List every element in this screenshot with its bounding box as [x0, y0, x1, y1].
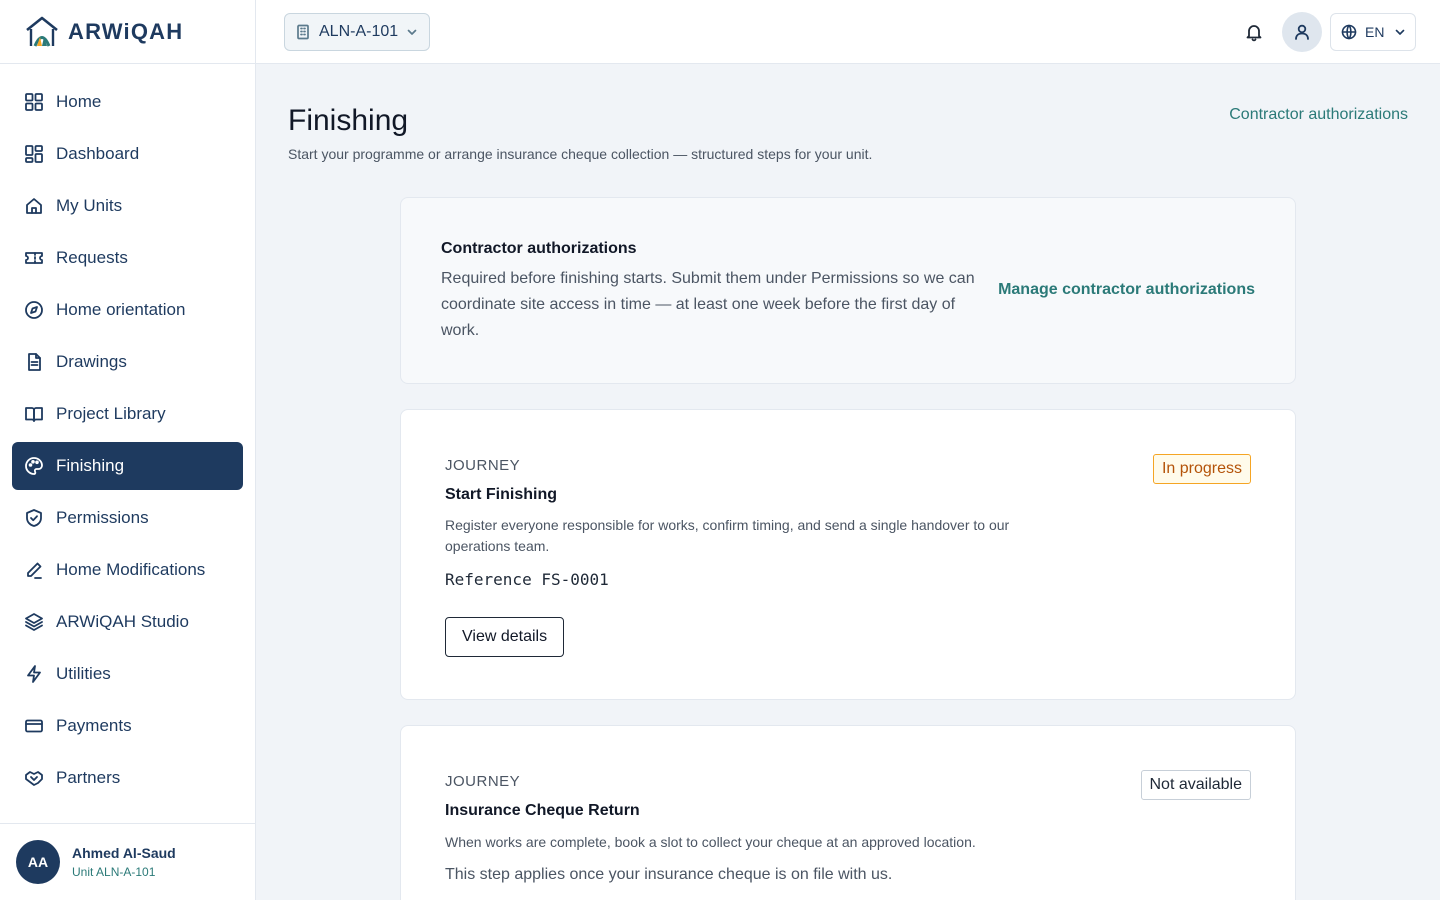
view-details-button[interactable]: View details — [445, 617, 565, 657]
chevron-down-icon — [406, 26, 418, 38]
sidebar-item-partners[interactable]: Partners — [12, 754, 243, 802]
sidebar-item-drawings[interactable]: Drawings — [12, 338, 243, 386]
sidebar: ARWiQAH Home Dashboard My Units Requests… — [0, 0, 256, 900]
sidebar-item-label: Finishing — [56, 456, 125, 475]
journey-reference: Reference FS-0001 — [445, 570, 609, 589]
sidebar-item-label: Project Library — [56, 404, 166, 423]
sidebar-item-label: ARWiQAH Studio — [56, 612, 189, 631]
avatar: AA — [16, 840, 60, 884]
sidebar-item-label: Requests — [56, 248, 128, 267]
sidebar-item-label: Payments — [56, 716, 132, 735]
sidebar-item-requests[interactable]: Requests — [12, 234, 243, 282]
grid-icon — [24, 92, 44, 112]
globe-icon — [1341, 24, 1357, 40]
brand-name: ARWiQAH — [68, 18, 184, 44]
card-text: Required before finishing starts. Submit… — [441, 270, 975, 339]
sidebar-item-label: Permissions — [56, 508, 149, 527]
bell-icon[interactable] — [1242, 20, 1266, 44]
book-icon — [24, 404, 44, 424]
sidebar-item-label: Partners — [56, 768, 121, 787]
shield-check-icon — [24, 508, 44, 528]
contractor-authorizations-link[interactable]: Contractor authorizations — [1229, 106, 1408, 124]
unit-selector-value: ALN-A-101 — [319, 23, 399, 40]
sidebar-item-label: My Units — [56, 196, 123, 215]
layers-icon — [24, 612, 44, 632]
sidebar-item-utilities[interactable]: Utilities — [12, 650, 243, 698]
sidebar-item-permissions[interactable]: Permissions — [12, 494, 243, 542]
sidebar-item-home-orientation[interactable]: Home orientation — [12, 286, 243, 334]
pen-icon — [24, 560, 44, 580]
sidebar-item-label: Home orientation — [56, 300, 186, 319]
journey-description: When works are complete, book a slot to … — [445, 834, 976, 850]
building-icon — [295, 24, 311, 40]
user-name: Ahmed Al-Saud — [72, 845, 176, 861]
language-value: EN — [1365, 24, 1385, 40]
sidebar-item-label: Utilities — [56, 664, 111, 683]
card-icon — [24, 716, 44, 736]
bolt-icon — [24, 664, 44, 684]
journey-note: This step applies once your insurance ch… — [445, 866, 893, 883]
sidebar-item-arwiqah-studio[interactable]: ARWiQAH Studio — [12, 598, 243, 646]
journey-eyebrow: JOURNEY — [445, 773, 521, 790]
house-icon — [24, 196, 44, 216]
page-subtitle: Start your programme or arrange insuranc… — [288, 146, 873, 162]
contractor-authorizations-card: Contractor authorizations Required befor… — [400, 197, 1296, 384]
journey-description: Register everyone responsible for works,… — [445, 517, 1010, 554]
card-title: Contractor authorizations — [441, 240, 637, 257]
unit-selector[interactable]: ALN-A-101 — [284, 13, 430, 51]
status-badge: Not available — [1140, 770, 1251, 800]
journey-title: Start Finishing — [445, 486, 557, 503]
sidebar-item-dashboard[interactable]: Dashboard — [12, 130, 243, 178]
journey-card-insurance-cheque: JOURNEY Insurance Cheque Return When wor… — [400, 725, 1296, 900]
sidebar-item-my-units[interactable]: My Units — [12, 182, 243, 230]
sidebar-nav: Home Dashboard My Units Requests Home or… — [12, 78, 243, 806]
compass-icon — [24, 300, 44, 320]
sidebar-item-label: Drawings — [56, 352, 127, 371]
journey-title: Insurance Cheque Return — [445, 802, 640, 819]
palette-icon — [24, 456, 44, 476]
manage-contractor-authorizations-link[interactable]: Manage contractor authorizations — [998, 281, 1255, 299]
sidebar-item-home-modifications[interactable]: Home Modifications — [12, 546, 243, 594]
user-profile[interactable]: AA Ahmed Al-Saud Unit ALN-A-101 — [0, 823, 255, 900]
sidebar-item-project-library[interactable]: Project Library — [12, 390, 243, 438]
sidebar-item-label: Home — [56, 92, 102, 111]
journey-card-start-finishing: JOURNEY Start Finishing Register everyon… — [400, 409, 1296, 700]
sidebar-item-home[interactable]: Home — [12, 78, 243, 126]
document-icon — [24, 352, 44, 372]
profile-button[interactable] — [1282, 12, 1322, 52]
page-title: Finishing — [288, 104, 409, 137]
user-unit: Unit ALN-A-101 — [72, 865, 156, 879]
sidebar-item-payments[interactable]: Payments — [12, 702, 243, 750]
topbar: ALN-A-101 EN — [256, 0, 1440, 64]
handshake-icon — [24, 768, 44, 788]
journey-eyebrow: JOURNEY — [445, 457, 521, 474]
language-selector[interactable]: EN — [1330, 13, 1416, 51]
arwiqah-logo-icon — [24, 15, 60, 49]
status-badge: In progress — [1152, 454, 1251, 484]
sidebar-item-label: Home Modifications — [56, 560, 206, 579]
sidebar-item-finishing[interactable]: Finishing — [12, 442, 243, 490]
user-icon — [1293, 23, 1311, 41]
brand[interactable]: ARWiQAH — [0, 0, 255, 64]
sidebar-item-label: Dashboard — [56, 144, 140, 163]
dashboard-icon — [24, 144, 44, 164]
chevron-down-icon — [1394, 26, 1406, 38]
ticket-icon — [24, 248, 44, 268]
